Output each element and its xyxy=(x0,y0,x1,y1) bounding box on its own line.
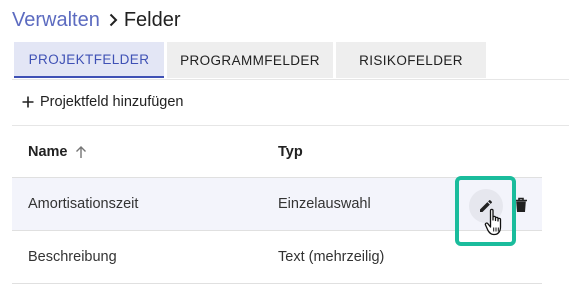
column-header-label: Name xyxy=(28,143,68,160)
pencil-icon xyxy=(480,199,493,212)
table-header: Name Typ xyxy=(12,126,542,178)
plus-icon xyxy=(22,96,34,108)
fields-table: Name Typ Amortisationszeit Einzelauswahl… xyxy=(12,126,542,284)
tab-risikofelder[interactable]: RISIKOFELDER xyxy=(336,42,486,78)
field-type: Einzelauswahl xyxy=(278,196,371,212)
table-row[interactable]: Beschreibung Text (mehrzeilig) xyxy=(12,231,542,284)
chevron-right-icon xyxy=(106,13,120,27)
divider xyxy=(12,79,569,80)
page-title: Felder xyxy=(123,9,181,31)
add-field-label: Projektfeld hinzufügen xyxy=(40,94,184,110)
tab-projektfelder[interactable]: PROJEKTFELDER xyxy=(14,42,164,78)
breadcrumb: Verwalten Felder xyxy=(12,8,181,32)
arrow-up-icon xyxy=(75,145,86,158)
page: Verwalten Felder PROJEKTFELDER PROGRAMMF… xyxy=(0,0,569,285)
trash-icon xyxy=(515,197,527,212)
column-header-type: Typ xyxy=(278,143,303,160)
tab-programmfelder[interactable]: PROGRAMMFELDER xyxy=(167,42,333,78)
table-row[interactable]: Amortisationszeit Einzelauswahl xyxy=(12,178,542,231)
delete-button[interactable] xyxy=(512,196,530,214)
field-name: Beschreibung xyxy=(28,249,117,265)
field-tabs: PROJEKTFELDER PROGRAMMFELDER RISIKOFELDE… xyxy=(14,42,489,78)
breadcrumb-link-verwalten[interactable]: Verwalten xyxy=(12,8,100,32)
field-type: Text (mehrzeilig) xyxy=(278,249,385,265)
edit-button[interactable] xyxy=(469,189,503,223)
column-header-name[interactable]: Name xyxy=(12,144,262,160)
field-name: Amortisationszeit xyxy=(28,196,139,212)
add-field-button[interactable]: Projektfeld hinzufügen xyxy=(22,90,184,114)
